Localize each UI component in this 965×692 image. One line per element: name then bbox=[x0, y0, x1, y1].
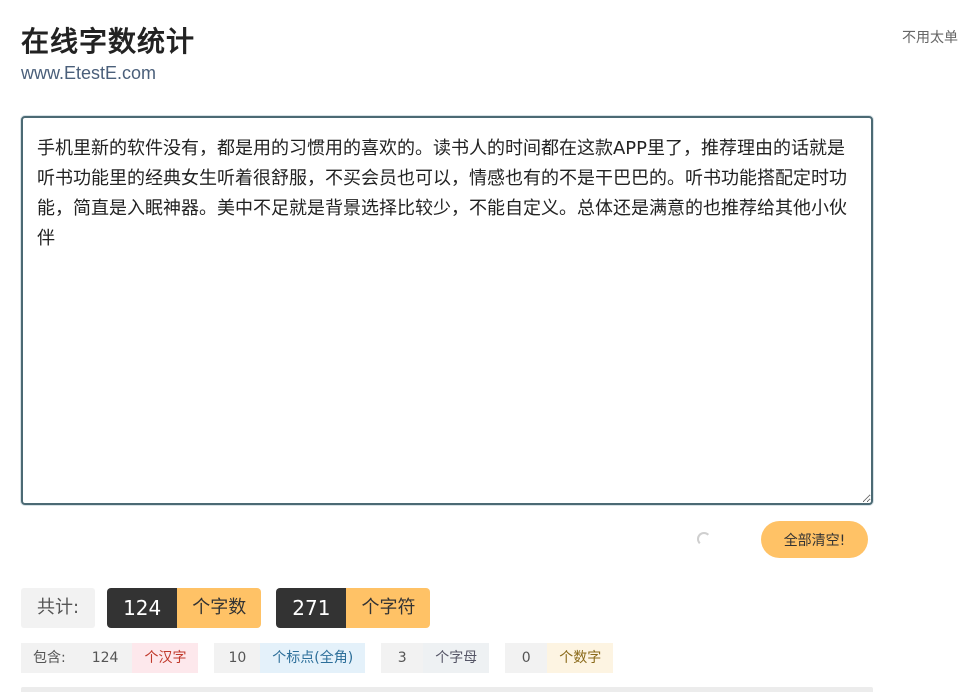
letter-count-badge: 3 个字母 bbox=[381, 643, 490, 673]
han-count-value: 124 bbox=[77, 643, 133, 673]
han-count-unit: 个汉字 bbox=[132, 643, 199, 673]
punct-count-value: 10 bbox=[214, 643, 261, 673]
detail-bar: 包含: 124 个汉字 10 个标点(全角) 3 个字母 0 个数字 bbox=[21, 643, 614, 673]
char-count-badge: 271 个字符 bbox=[276, 588, 431, 628]
digit-count-badge: 0 个数字 bbox=[505, 643, 614, 673]
summary-bar: 共计: 124 个字数 271 个字符 bbox=[21, 588, 431, 628]
summary-label: 共计: bbox=[21, 588, 96, 628]
char-count-unit: 个字符 bbox=[346, 588, 431, 628]
letter-count-unit: 个字母 bbox=[423, 643, 490, 673]
word-count-value: 124 bbox=[107, 588, 178, 628]
digit-count-value: 0 bbox=[505, 643, 548, 673]
word-count-unit: 个字数 bbox=[177, 588, 262, 628]
punct-count-unit: 个标点(全角) bbox=[260, 643, 366, 673]
char-count-value: 271 bbox=[276, 588, 347, 628]
punct-count-badge: 10 个标点(全角) bbox=[214, 643, 366, 673]
site-url[interactable]: www.EtestE.com bbox=[21, 63, 156, 84]
digit-count-unit: 个数字 bbox=[547, 643, 614, 673]
han-count-badge: 124 个汉字 bbox=[77, 643, 199, 673]
letter-count-value: 3 bbox=[381, 643, 424, 673]
page-title: 在线字数统计 bbox=[21, 25, 196, 58]
detail-label: 包含: bbox=[21, 643, 78, 673]
spinner-icon bbox=[697, 532, 711, 546]
word-count-badge: 124 个字数 bbox=[107, 588, 262, 628]
text-input[interactable]: 手机里新的软件没有，都是用的习惯用的喜欢的。读书人的时间都在这款APP里了，推荐… bbox=[21, 116, 873, 505]
clear-all-button[interactable]: 全部清空! bbox=[761, 521, 868, 558]
bottom-divider bbox=[21, 687, 873, 692]
top-note: 不用太单 bbox=[902, 30, 958, 46]
